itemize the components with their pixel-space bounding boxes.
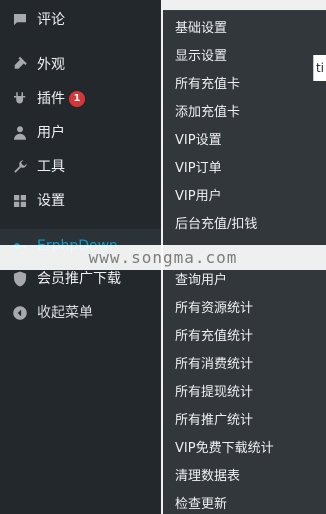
sidebar-item-label: 评论 [37,12,65,28]
sidebar-item-settings[interactable]: 设置 [0,184,161,218]
submenu-item-all-promotion-stats[interactable]: 所有推广统计 [175,408,315,432]
page-edge-text: ti [315,61,325,75]
submenu-item-check-updates[interactable]: 检查更新 [175,492,315,514]
submenu-item-add-recharge-card[interactable]: 添加充值卡 [175,100,315,124]
appearance-icon [11,56,29,74]
sidebar-item-plugins[interactable]: 插件 1 [0,82,161,116]
sidebar-item-label: 用户 [37,125,65,141]
submenu-item-basic-settings[interactable]: 基础设置 [175,16,315,40]
sidebar-item-label: 插件 [37,91,65,107]
watermark-text: www.songma.com [88,248,238,267]
submenu-item-vip-settings[interactable]: VIP设置 [175,128,315,152]
plugin-update-badge: 1 [69,91,85,107]
settings-icon [11,192,29,210]
sidebar-item-label: 设置 [37,193,65,209]
collapse-menu-button[interactable]: 收起菜单 [0,296,161,330]
sidebar-item-appearance[interactable]: 外观 [0,48,161,82]
submenu-item-query-users[interactable]: 查询用户 [175,268,315,292]
submenu-item-all-consumption-stats[interactable]: 所有消费统计 [175,352,315,376]
shield-icon [11,270,29,288]
submenu-divider [163,10,326,11]
page-edge-fragment: ti [313,55,326,81]
sidebar-item-label: 会员推广下载 [37,271,121,287]
submenu-item-vip-free-download-stats[interactable]: VIP免费下载统计 [175,436,315,460]
submenu-item-all-withdraw-stats[interactable]: 所有提现统计 [175,380,315,404]
submenu-item-admin-recharge-deduct[interactable]: 后台充值/扣钱 [175,212,315,236]
submenu-item-vip-orders[interactable]: VIP订单 [175,156,315,180]
submenu-item-all-recharge-cards[interactable]: 所有充值卡 [175,72,315,96]
sidebar-item-label: 工具 [37,159,65,175]
user-icon [11,124,29,142]
admin-menu-screenshot: 评论 外观 插件 1 用户 工具 设置 会员推广下载 收起菜单 基础设置 显示设… [0,0,326,514]
sidebar-item-tools[interactable]: 工具 [0,150,161,184]
collapse-icon [11,304,29,322]
sidebar-item-users[interactable]: 用户 [0,116,161,150]
tool-icon [11,158,29,176]
sidebar-item-label: 外观 [37,57,65,73]
sidebar-item-label: 收起菜单 [37,305,93,321]
submenu-item-all-resource-stats[interactable]: 所有资源统计 [175,296,315,320]
comment-icon [11,11,29,29]
sidebar-item-comments[interactable]: 评论 [0,3,161,37]
submenu-item-clean-data-tables[interactable]: 清理数据表 [175,464,315,488]
submenu-item-display-settings[interactable]: 显示设置 [175,44,315,68]
watermark-banner: www.songma.com [0,245,326,270]
plugin-icon [11,90,29,108]
submenu-item-all-recharge-stats[interactable]: 所有充值统计 [175,324,315,348]
submenu-item-vip-users[interactable]: VIP用户 [175,184,315,208]
